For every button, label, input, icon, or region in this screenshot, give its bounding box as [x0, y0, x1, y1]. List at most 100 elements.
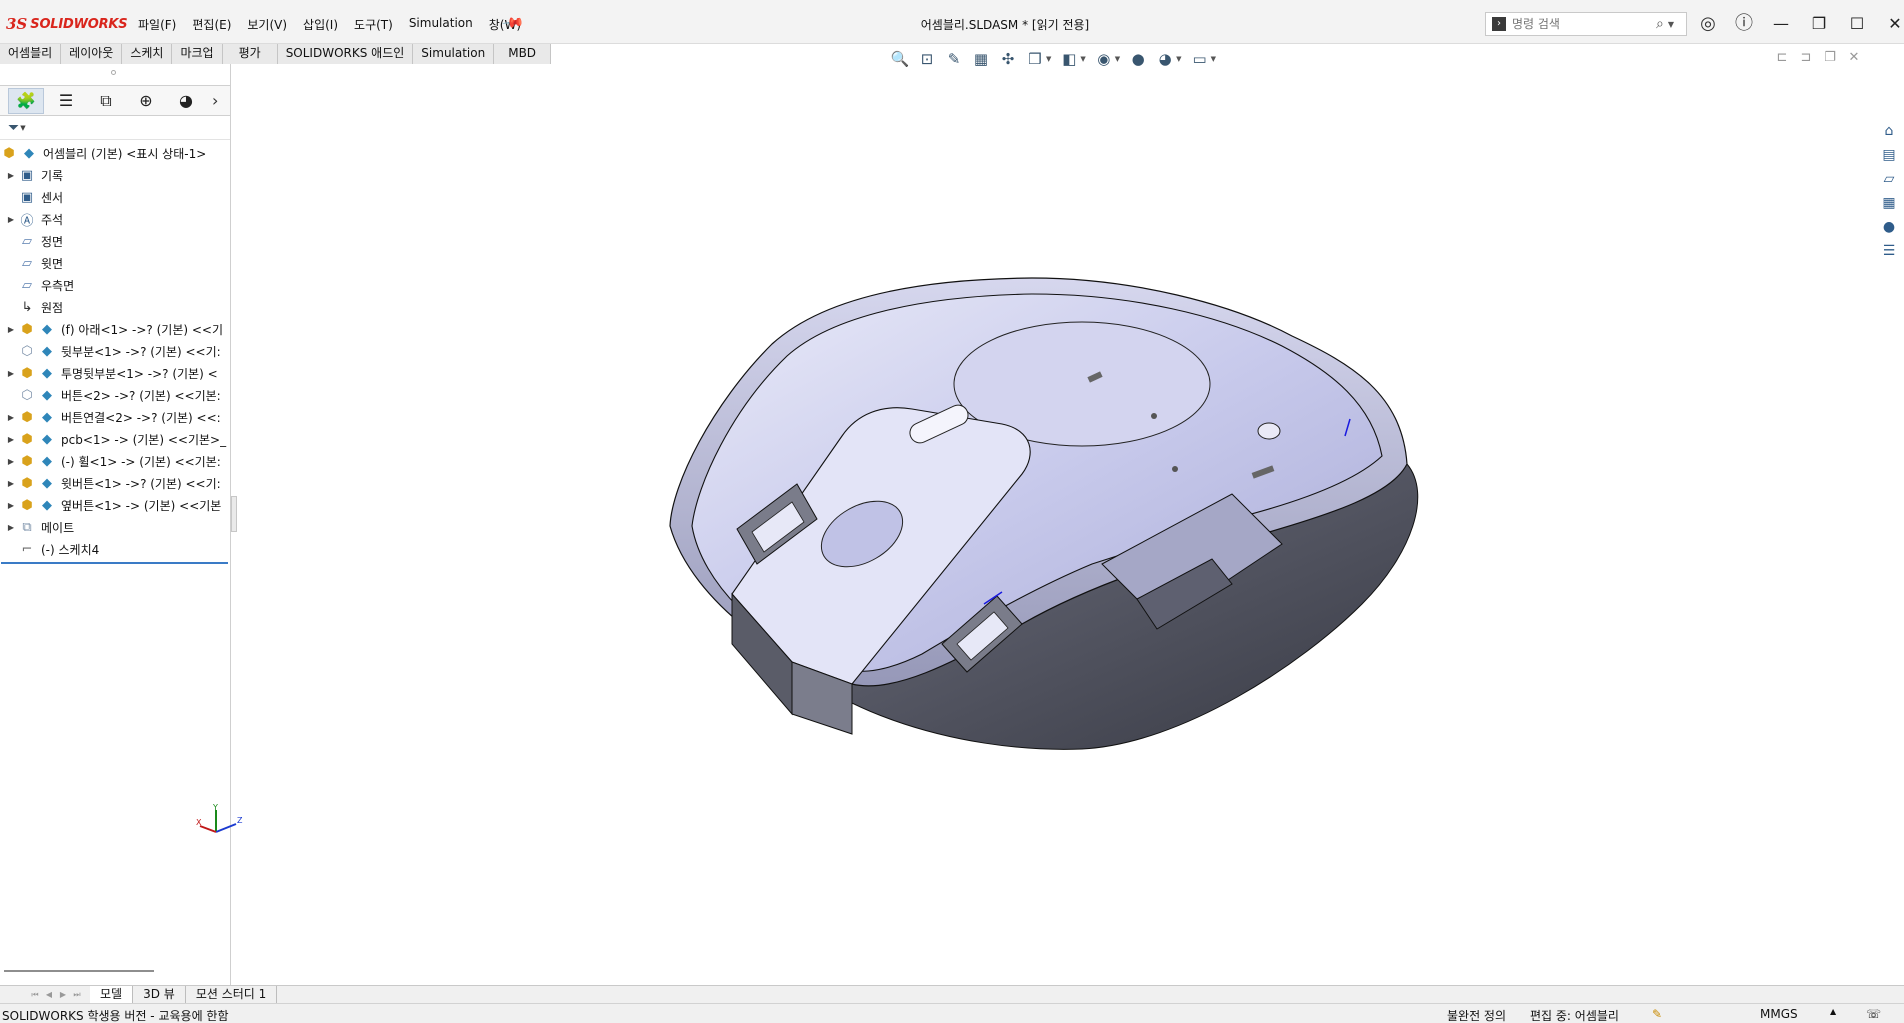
search-input[interactable] — [1512, 17, 1652, 31]
file-explorer-icon[interactable]: ▱ — [1878, 168, 1900, 190]
tree-item[interactable]: ▶ ⧉ 메이트 — [0, 516, 229, 538]
tree-item[interactable]: ▶ ▣ 기록 — [0, 164, 229, 186]
graphics-area[interactable]: Y Z X — [196, 64, 1874, 985]
screw-hole[interactable] — [1172, 466, 1178, 472]
tab-simulation[interactable]: Simulation — [413, 44, 495, 64]
tab-3d-views[interactable]: 3D 뷰 — [133, 986, 186, 1003]
axis-triad: Y Z X — [196, 804, 243, 833]
configuration-manager-tab[interactable]: ⧉ — [88, 88, 124, 114]
sketch-icon: ⌐ — [21, 541, 33, 557]
property-manager-tab[interactable]: ☰ — [48, 88, 84, 114]
tab-evaluate[interactable]: 평가 — [222, 44, 278, 64]
close-viewport-icon[interactable]: ✕ — [1842, 50, 1866, 65]
expand-arrow-icon[interactable]: ▶ — [4, 479, 18, 488]
status-bar: SOLIDWORKS 학생용 버전 - 교육용에 한함 불완전 정의 편집 중:… — [0, 1003, 1904, 1023]
units-selector[interactable]: MMGS — [1760, 1007, 1798, 1021]
subassembly-icon: ⬢ — [21, 321, 33, 337]
notification-icon[interactable]: ☏ — [1866, 1007, 1881, 1021]
tree-item[interactable]: ▶ ⬢ ◆ 윗버튼<1> ->? (기본) <<기: — [0, 472, 229, 494]
split-view-icon[interactable]: ⊐ — [1794, 50, 1818, 65]
expand-arrow-icon[interactable]: ▶ — [4, 435, 18, 444]
expand-arrow-icon[interactable]: ▶ — [4, 325, 18, 334]
appearances-icon[interactable]: ● — [1878, 216, 1900, 238]
tree-item[interactable]: ▶ ⬢ ◆ 버튼연결<2> ->? (기본) <<: — [0, 406, 229, 428]
tree-item[interactable]: ▶ ⬢ ◆ pcb<1> -> (기본) <<기본>_ — [0, 428, 229, 450]
expand-arrow-icon[interactable]: ▶ — [4, 457, 18, 466]
expand-arrow-icon[interactable]: ▶ — [4, 413, 18, 422]
horizontal-scrollbar[interactable] — [4, 970, 154, 972]
restore-button[interactable]: ❐ — [1800, 10, 1838, 38]
home-icon[interactable]: ⌂ — [1878, 120, 1900, 142]
tree-item[interactable]: ↳ 원점 — [0, 296, 229, 318]
status-editing: 편집 중: 어셈블리 — [1530, 1009, 1619, 1023]
chevron-right-icon[interactable]: › — [212, 91, 218, 110]
expand-arrow-icon[interactable]: ▶ — [4, 369, 18, 378]
search-icon[interactable]: ⌕ — [1656, 16, 1664, 32]
tree-item[interactable]: ▣ 센서 — [0, 186, 229, 208]
close-button[interactable]: ✕ — [1876, 10, 1904, 38]
tab-markup[interactable]: 마크업 — [172, 44, 223, 64]
command-search[interactable]: › ⌕ ▼ — [1485, 12, 1687, 36]
panel-grip-icon[interactable] — [111, 70, 116, 75]
next-tab-icon[interactable]: ▶ — [56, 990, 70, 999]
minimize-button[interactable]: — — [1762, 10, 1800, 38]
tree-item[interactable]: ▱ 정면 — [0, 230, 229, 252]
tree-item[interactable]: ▶ ⬢ ◆ 옆버튼<1> -> (기본) <<기본 — [0, 494, 229, 516]
tab-sketch[interactable]: 스케치 — [122, 44, 173, 64]
first-tab-icon[interactable]: ⏮ — [28, 990, 42, 1000]
design-library-icon[interactable]: ▤ — [1878, 144, 1900, 166]
tree-item[interactable]: ⌐ (-) 스케치4 — [0, 538, 229, 560]
tree-item-label: 기록 — [41, 168, 64, 183]
filter-icon[interactable]: ⏷ — [8, 120, 19, 136]
chevron-down-icon[interactable]: ▼ — [1080, 55, 1085, 63]
tree-item[interactable]: ▱ 윗면 — [0, 252, 229, 274]
tab-motion-study[interactable]: 모션 스터디 1 — [186, 986, 278, 1003]
tree-item[interactable]: ⬡ ◆ 뒷부분<1> ->? (기본) <<기: — [0, 340, 229, 362]
prev-tab-icon[interactable]: ◀ — [42, 990, 56, 999]
rollback-bar[interactable] — [1, 562, 228, 564]
split-view-icon[interactable]: ⊏ — [1770, 50, 1794, 65]
tree-item-label: 투명뒷부분<1> ->? (기본) < — [61, 366, 218, 381]
feature-manager-tab[interactable]: 🧩 — [8, 87, 44, 114]
mouse-assembly-model[interactable] — [232, 64, 1874, 985]
tree-item[interactable]: ▶ Ⓐ 주석 — [0, 208, 229, 230]
chevron-down-icon[interactable]: ▼ — [1668, 20, 1674, 29]
screw-hole[interactable] — [1151, 413, 1157, 419]
tab-addins[interactable]: SOLIDWORKS 애드인 — [277, 44, 414, 64]
tab-model[interactable]: 모델 — [90, 986, 134, 1003]
expand-arrow-icon[interactable]: ▶ — [4, 171, 18, 180]
chevron-down-icon[interactable]: ▼ — [1115, 55, 1120, 63]
rebuild-icon[interactable]: ✎ — [1652, 1007, 1662, 1021]
chevron-down-icon[interactable]: ▼ — [1211, 55, 1216, 63]
expand-arrow-icon[interactable]: ▶ — [4, 215, 18, 224]
custom-properties-icon[interactable]: ☰ — [1878, 240, 1900, 262]
user-icon[interactable]: ◎ — [1696, 12, 1720, 36]
display-manager-tab[interactable]: ◕ — [168, 88, 204, 114]
tab-assembly[interactable]: 어셈블리 — [0, 44, 62, 64]
last-tab-icon[interactable]: ⏭ — [70, 990, 84, 1000]
restore-viewport-icon[interactable]: ❐ — [1818, 50, 1842, 65]
expand-arrow-icon[interactable]: ▶ — [4, 501, 18, 510]
tab-mbd[interactable]: MBD — [494, 44, 552, 64]
expand-arrow-icon[interactable]: ▶ — [4, 523, 18, 532]
part-icon: ⬡ — [21, 387, 33, 403]
tree-item[interactable]: ▶ ⬢ ◆ (-) 휠<1> -> (기본) <<기본: — [0, 450, 229, 472]
tree-item[interactable]: ▶ ⬢ ◆ 투명뒷부분<1> ->? (기본) < — [0, 362, 229, 384]
tab-layout[interactable]: 레이아웃 — [61, 44, 123, 64]
triad-y-label: Y — [212, 804, 218, 812]
maximize-button[interactable]: ☐ — [1838, 10, 1876, 38]
view-palette-icon[interactable]: ▦ — [1878, 192, 1900, 214]
chevron-down-icon[interactable]: ▼ — [20, 124, 25, 132]
chevron-up-icon[interactable]: ▲ — [1830, 1007, 1836, 1016]
history-folder-icon: ▣ — [20, 167, 34, 183]
tree-item[interactable]: ⬡ ◆ 버튼<2> ->? (기본) <<기본: — [0, 384, 229, 406]
chevron-down-icon[interactable]: ▼ — [1176, 55, 1181, 63]
rear-hole[interactable] — [1257, 422, 1281, 440]
tree-item[interactable]: ▶ ⬢ ◆ (f) 아래<1> ->? (기본) <<기 — [0, 318, 229, 340]
tab-nav-arrows: ⏮ ◀ ▶ ⏭ — [28, 986, 84, 1003]
help-icon[interactable]: ⓘ — [1732, 12, 1756, 36]
tree-item[interactable]: ▱ 우측면 — [0, 274, 229, 296]
chevron-down-icon[interactable]: ▼ — [1046, 55, 1051, 63]
tree-root[interactable]: ⬢ ◆ 어셈블리 (기본) <표시 상태-1> — [0, 142, 229, 164]
dimxpert-manager-tab[interactable]: ⊕ — [128, 88, 164, 114]
